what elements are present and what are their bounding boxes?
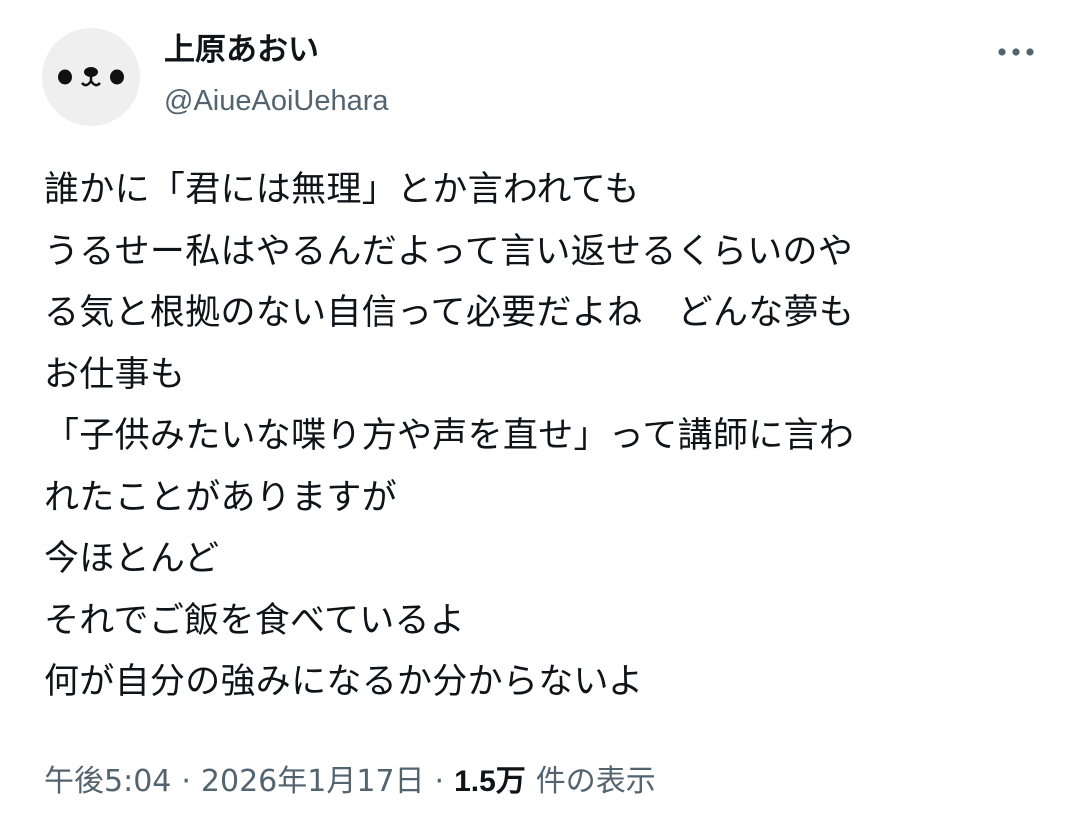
avatar[interactable] <box>42 28 140 126</box>
views-count[interactable]: 1.5万 <box>454 756 526 808</box>
tweet-text-line: 誰かに「君には無理」とか言われても <box>44 170 640 210</box>
tweet-text-line: る気と根拠のない自信って必要だよね どんな夢も <box>44 293 855 333</box>
tweet-text-line: お仕事も <box>44 354 186 395</box>
views-label: 件の表示 <box>535 764 656 799</box>
tweet-text-line: 「子供みたいな喋り方や声を直せ」って講師に言わ <box>44 416 855 456</box>
tweet-text-line: うるせー私はやるんだよって言い返せるくらいのや <box>44 231 854 272</box>
tweet-text-line: 今ほとんど <box>44 539 220 579</box>
more-options-button[interactable] <box>996 36 1036 68</box>
separator-dot: · <box>434 764 445 799</box>
display-name[interactable]: 上原あおい <box>164 30 319 70</box>
tweet-text-line: それでご飯を食べているよ <box>44 600 466 641</box>
user-handle[interactable]: @AiueAoiUehara <box>164 82 389 120</box>
tweet-date[interactable]: 2026年1月17日 <box>201 756 425 808</box>
separator-dot: · <box>181 764 191 799</box>
tweet-text-line: れたことがありますが <box>44 477 398 518</box>
tweet-meta: 午後5:04 · 2026年1月17日 · 1.5万 件の表示 <box>44 756 656 808</box>
tweet: 上原あおい @AiueAoiUehara 誰かに「君には無理」とか言われても う… <box>0 0 1080 828</box>
more-options-icon <box>998 48 1034 56</box>
panda-face-icon <box>58 67 124 87</box>
tweet-text-line: 何が自分の強みになるか分からないよ <box>44 662 644 702</box>
tweet-time[interactable]: 午後5:04 <box>44 756 171 808</box>
tweet-text: 誰かに「君には無理」とか言われても うるせー私はやるんだよって言い返せるくらいの… <box>44 160 1044 714</box>
